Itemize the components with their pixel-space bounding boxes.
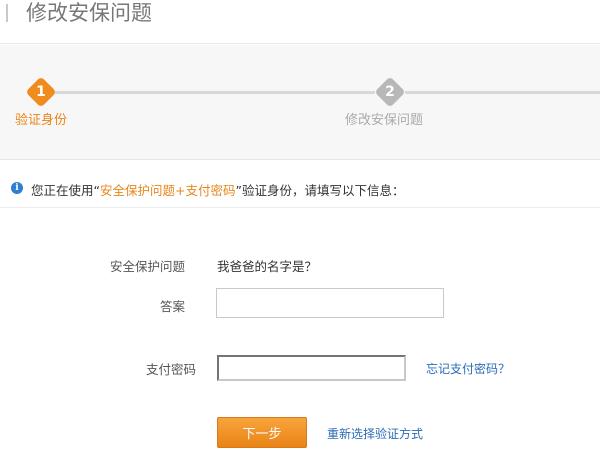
answer-input[interactable]: [216, 288, 444, 318]
payment-password-label: 支付密码: [146, 362, 197, 377]
title-accent-bar: [6, 4, 8, 22]
step-2-marker: 2: [374, 76, 406, 108]
payment-password-input[interactable]: [217, 355, 406, 381]
notice-message: 您正在使用“安全保护问题+支付密码”验证身份，请填写以下信息：: [31, 180, 404, 199]
step-track-remaining: [405, 91, 600, 94]
notice-suffix: ”验证身份，请填写以下信息：: [235, 183, 405, 198]
step-1-label: 验证身份: [15, 113, 68, 128]
reselect-verification-link[interactable]: 重新选择验证方式: [327, 425, 423, 442]
progress-steps: 1 验证身份 2 修改安保问题: [0, 45, 600, 160]
step-1-marker: 1: [25, 76, 57, 108]
forgot-payment-password-link[interactable]: 忘记支付密码？: [426, 360, 510, 377]
step-track-completed: [55, 91, 375, 94]
notice-method: 安全保护问题+支付密码: [99, 183, 236, 198]
security-question-label: 安全保护问题: [110, 259, 186, 274]
page-title: 修改安保问题: [26, 1, 152, 25]
step-2-number: 2: [385, 84, 395, 100]
info-notice: i 您正在使用“安全保护问题+支付密码”验证身份，请填写以下信息：: [0, 170, 600, 208]
security-question-text: 我爸爸的名字是？: [217, 259, 318, 274]
page-header: 修改安保问题: [0, 0, 600, 44]
answer-label: 答案: [160, 299, 186, 314]
next-step-button[interactable]: 下一步: [217, 417, 307, 448]
notice-prefix: 您正在使用“: [31, 183, 100, 198]
step-2-label: 修改安保问题: [345, 113, 424, 128]
step-1-number: 1: [36, 84, 46, 100]
info-icon: i: [11, 182, 23, 194]
